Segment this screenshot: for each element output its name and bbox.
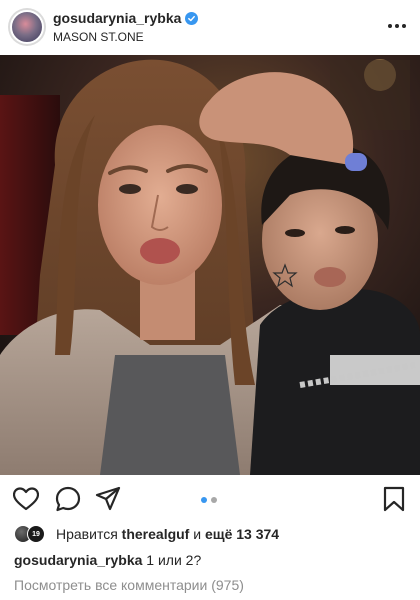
caption-username[interactable]: gosudarynia_rybka bbox=[14, 552, 142, 568]
username-row: gosudarynia_rybka bbox=[53, 9, 199, 27]
instagram-post: gosudarynia_rybka MASON ST.ONE 19 Нравит… bbox=[0, 0, 420, 600]
username[interactable]: gosudarynia_rybka bbox=[53, 9, 181, 27]
comment-icon[interactable] bbox=[54, 485, 82, 513]
verified-badge-icon bbox=[185, 11, 199, 25]
user-block: gosudarynia_rybka MASON ST.ONE bbox=[53, 9, 199, 45]
action-bar bbox=[0, 475, 420, 523]
liker-username[interactable]: therealguf bbox=[122, 526, 190, 542]
bookmark-icon[interactable] bbox=[380, 485, 408, 513]
location[interactable]: MASON ST.ONE bbox=[53, 29, 198, 45]
likes-row[interactable]: 19 Нравится therealguf и ещё 13 374 bbox=[14, 523, 279, 545]
carousel-dot-1[interactable] bbox=[201, 497, 207, 503]
heart-icon[interactable] bbox=[12, 485, 40, 513]
liker-avatars: 19 bbox=[14, 523, 50, 545]
avatar-ring[interactable] bbox=[8, 8, 46, 46]
carousel-indicator bbox=[201, 497, 217, 503]
carousel-dot-2[interactable] bbox=[211, 497, 217, 503]
post-header: gosudarynia_rybka MASON ST.ONE bbox=[0, 0, 420, 54]
avatar[interactable] bbox=[10, 10, 44, 44]
view-all-comments-link[interactable]: Посмотреть все комментарии (975) bbox=[14, 576, 244, 594]
liker-avatar: 19 bbox=[27, 525, 45, 543]
paper-plane-icon[interactable] bbox=[94, 485, 122, 513]
likes-connector: и bbox=[193, 526, 202, 542]
caption-text: 1 или 2? bbox=[146, 552, 202, 568]
caption: gosudarynia_rybka 1 или 2? bbox=[14, 551, 201, 569]
more-options-icon[interactable] bbox=[384, 14, 410, 38]
likes-count[interactable]: ещё 13 374 bbox=[205, 526, 279, 542]
post-photo[interactable] bbox=[0, 55, 420, 475]
likes-prefix: Нравится bbox=[56, 526, 118, 542]
